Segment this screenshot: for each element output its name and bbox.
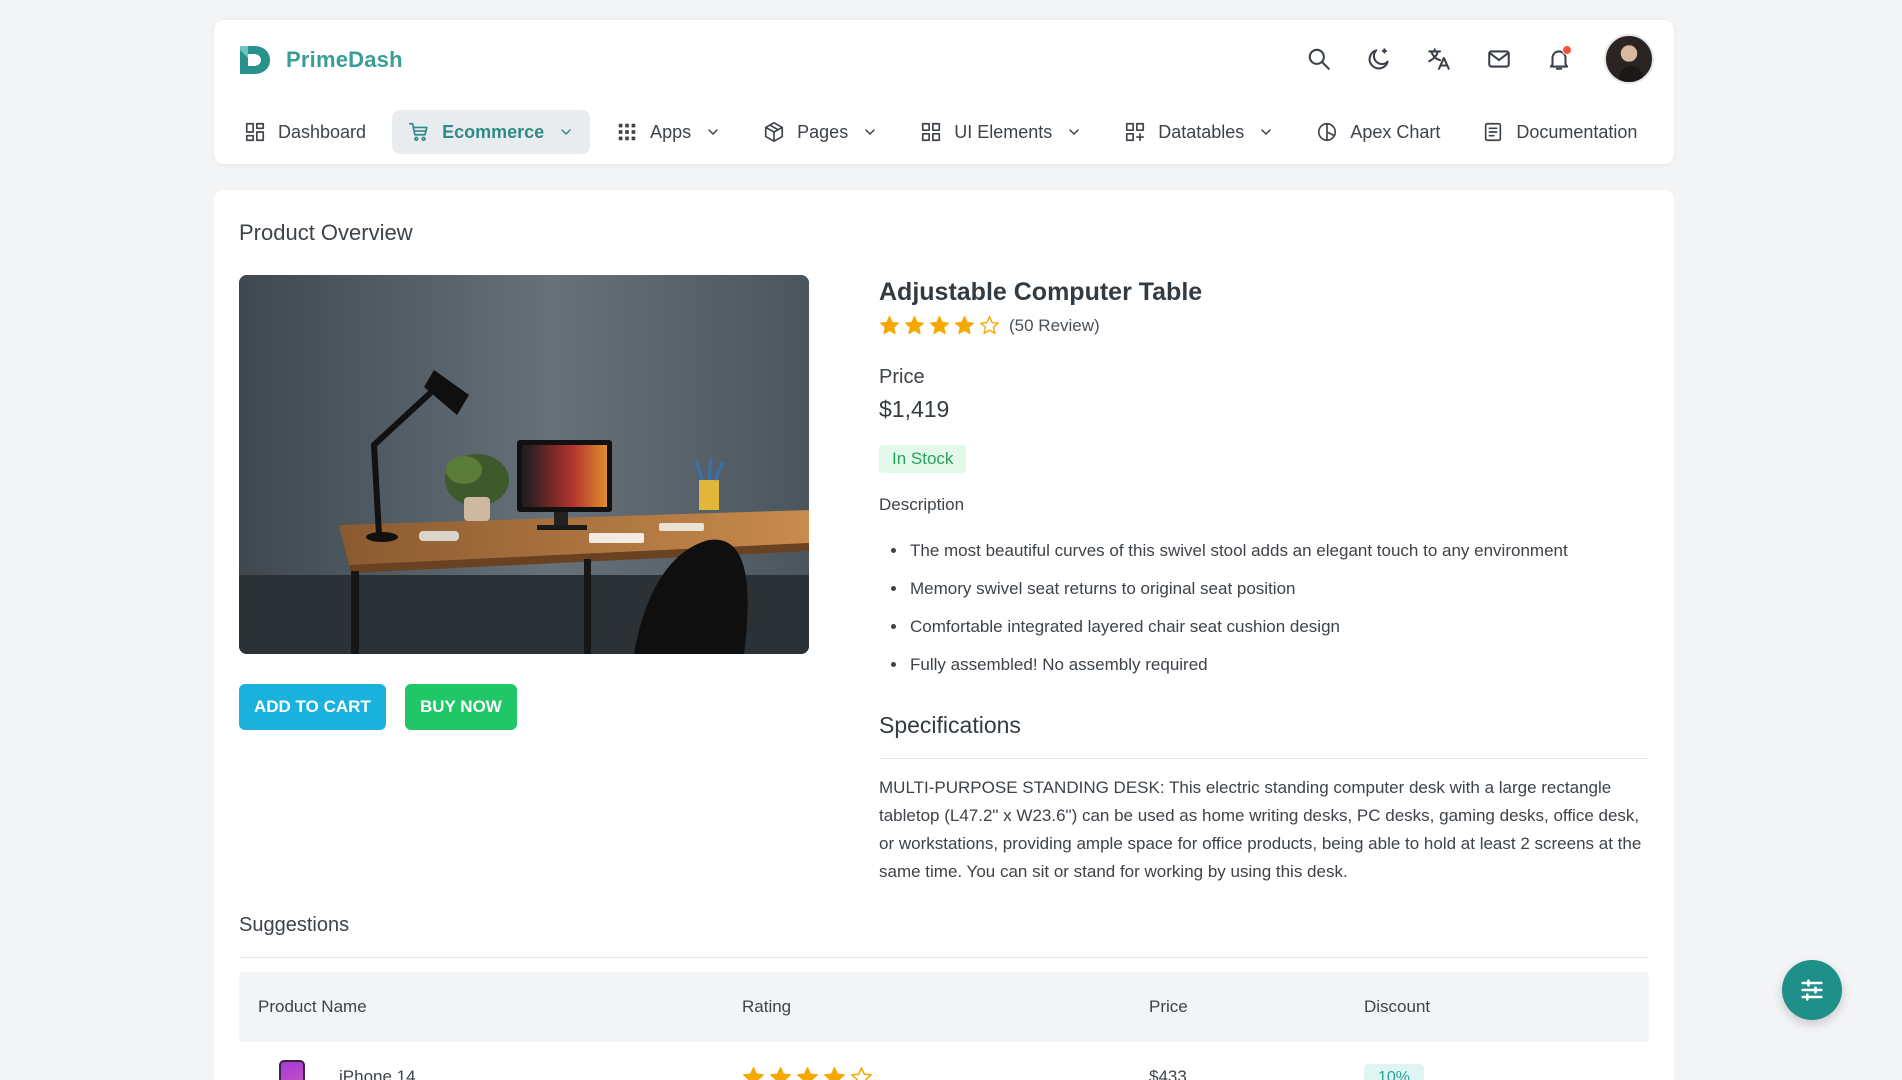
brand[interactable]: PrimeDash [236, 42, 403, 78]
page-title: Product Overview [239, 220, 413, 245]
sliders-icon [1801, 979, 1823, 1001]
buy-now-button[interactable]: BUY NOW [405, 684, 517, 730]
dashboard-icon [245, 122, 265, 142]
description-item: Comfortable integrated layered chair sea… [908, 616, 1568, 654]
nav-item-apex-chart[interactable]: Apex Chart [1300, 110, 1456, 154]
description-label: Description [879, 495, 965, 514]
column-header-price[interactable]: Price [1149, 972, 1188, 1042]
chevron-down-icon [865, 129, 875, 135]
star-rating [742, 1066, 873, 1080]
description-item: Memory swivel seat returns to original s… [908, 578, 1568, 616]
star-filled-icon [743, 1066, 764, 1080]
search-icon [1308, 48, 1330, 70]
main-nav: Dashboard Ecommerce Apps Pages UI Elemen… [228, 110, 1653, 154]
nav-item-pages[interactable]: Pages [747, 110, 894, 154]
chevron-down-icon [708, 129, 718, 135]
column-header-discount[interactable]: Discount [1364, 972, 1430, 1042]
nav-item-ecommerce[interactable]: Ecommerce [392, 110, 591, 154]
ui-elements-icon [922, 122, 941, 142]
product-rating: (50 Review) [879, 315, 1100, 336]
row-rating [742, 1042, 873, 1080]
header-actions [1304, 34, 1654, 84]
product-overview-card: Product Overview ADD TO CART BUY NOW Adj… [214, 190, 1674, 1080]
brand-name: PrimeDash [286, 47, 403, 72]
row-price: $433 [1149, 1067, 1187, 1080]
star-outline-icon [851, 1066, 872, 1080]
review-count[interactable]: (50 Review) [1009, 316, 1100, 336]
settings-fab[interactable] [1782, 960, 1842, 1020]
nav-label: Apps [650, 121, 692, 142]
top-header: PrimeDash Dashboard Ecommerce Apps Pages… [214, 20, 1674, 164]
star-filled-icon [930, 316, 949, 335]
nav-item-ui-elements[interactable]: UI Elements [904, 110, 1098, 154]
mail-icon [1488, 50, 1510, 68]
table-row[interactable]: iPhone 14 $433 10% [239, 1042, 1649, 1080]
row-product-name: iPhone 14 [339, 1067, 416, 1080]
product-thumbnail [279, 1060, 305, 1080]
messages-button[interactable] [1484, 44, 1514, 74]
primedash-logo-icon [240, 46, 270, 74]
description-item: Fully assembled! No assembly required [908, 654, 1568, 692]
discount-badge: 10% [1364, 1064, 1425, 1080]
user-avatar[interactable] [1604, 34, 1654, 84]
chevron-down-icon [561, 129, 571, 135]
chevron-down-icon [1261, 129, 1272, 135]
nav-item-apps[interactable]: Apps [600, 110, 737, 154]
nav-label: Ecommerce [442, 121, 545, 142]
datatables-icon [1126, 122, 1145, 142]
theme-toggle-button[interactable] [1364, 44, 1394, 74]
specifications-text: MULTI-PURPOSE STANDING DESK: This electr… [879, 778, 1642, 881]
desk-scene-illustration [239, 275, 809, 654]
divider [879, 758, 1649, 759]
star-outline-icon [980, 316, 999, 335]
star-filled-icon [880, 316, 899, 335]
nav-label: UI Elements [954, 121, 1053, 142]
specifications-title: Specifications [879, 712, 1021, 738]
suggestions-title: Suggestions [239, 914, 350, 936]
notifications-button[interactable] [1544, 44, 1574, 74]
column-header-rating[interactable]: Rating [742, 972, 791, 1042]
star-filled-icon [955, 316, 974, 335]
price-label: Price [879, 366, 925, 388]
nav-label: Dashboard [278, 121, 367, 142]
notification-dot [1562, 45, 1572, 55]
column-header-product-name[interactable]: Product Name [258, 972, 367, 1042]
product-image [239, 275, 809, 654]
apps-grid-icon [618, 123, 636, 141]
nav-item-dashboard[interactable]: Dashboard [228, 110, 382, 154]
nav-item-documentation[interactable]: Documentation [1466, 110, 1653, 154]
pie-chart-icon [1318, 122, 1337, 142]
description-list: The most beautiful curves of this swivel… [908, 540, 1568, 692]
add-to-cart-button[interactable]: ADD TO CART [239, 684, 386, 730]
product-name: Adjustable Computer Table [879, 278, 1203, 306]
star-filled-icon [770, 1066, 791, 1080]
nav-label: Documentation [1516, 121, 1638, 142]
nav-label: Datatables [1158, 121, 1245, 142]
stock-badge: In Stock [879, 445, 967, 473]
nav-label: Pages [797, 121, 849, 142]
search-button[interactable] [1304, 44, 1334, 74]
price-value: $1,419 [879, 396, 950, 422]
language-button[interactable] [1424, 44, 1454, 74]
nav-item-datatables[interactable]: Datatables [1108, 110, 1290, 154]
translate-icon [1428, 48, 1450, 70]
moon-icon [1368, 48, 1389, 70]
star-filled-icon [905, 316, 924, 335]
cart-icon [409, 122, 428, 142]
suggestions-table-header: Product Name Rating Price Discount [239, 972, 1649, 1042]
divider [239, 957, 1649, 958]
description-item: The most beautiful curves of this swivel… [908, 540, 1568, 578]
document-icon [1485, 122, 1502, 142]
chevron-down-icon [1069, 129, 1079, 135]
star-filled-icon [797, 1066, 818, 1080]
star-rating [879, 315, 1000, 336]
star-filled-icon [824, 1066, 845, 1080]
nav-label: Apex Chart [1350, 121, 1441, 142]
package-icon [765, 122, 784, 142]
